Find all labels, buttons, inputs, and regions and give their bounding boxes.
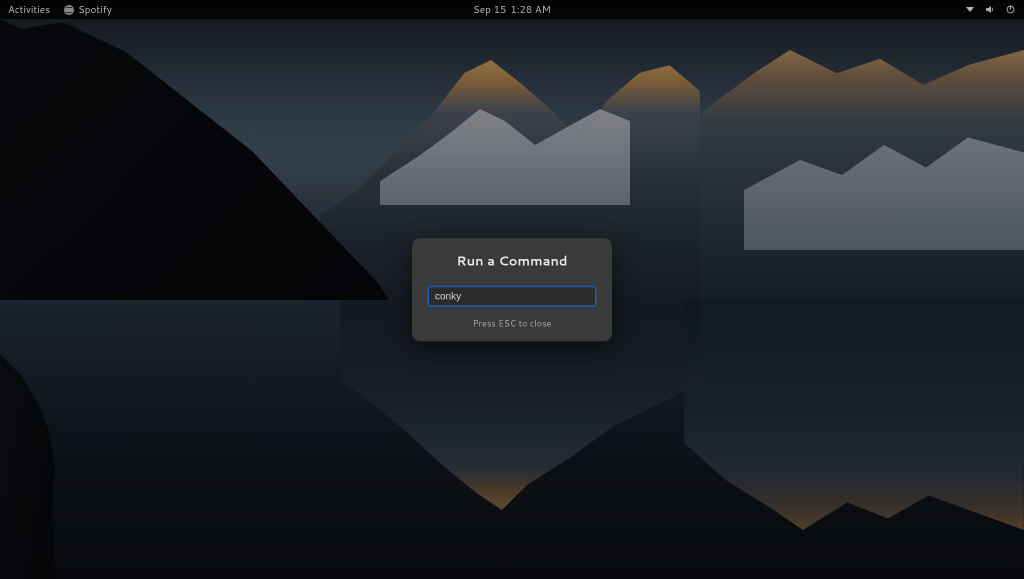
current-app-indicator[interactable]: Spotify xyxy=(64,3,112,17)
power-indicator[interactable] xyxy=(1005,4,1016,15)
system-menu[interactable] xyxy=(966,7,974,12)
spotify-icon xyxy=(64,5,74,15)
current-app-label: Spotify xyxy=(78,3,112,17)
command-input[interactable] xyxy=(428,286,596,306)
clock-time: 1:28 AM xyxy=(510,3,551,17)
top-panel: Activities Spotify Sep 15 1:28 AM xyxy=(0,0,1024,19)
clock-button[interactable]: Sep 15 1:28 AM xyxy=(473,3,551,17)
dialog-hint: Press ESC to close xyxy=(428,316,596,329)
volume-indicator[interactable] xyxy=(984,4,995,15)
power-icon xyxy=(1005,4,1016,15)
clock-date: Sep 15 xyxy=(473,3,506,17)
volume-icon xyxy=(984,4,995,15)
network-icon xyxy=(966,7,974,12)
run-command-dialog: Run a Command Press ESC to close xyxy=(412,238,612,342)
activities-button[interactable]: Activities xyxy=(8,3,50,17)
dialog-title: Run a Command xyxy=(428,252,596,270)
